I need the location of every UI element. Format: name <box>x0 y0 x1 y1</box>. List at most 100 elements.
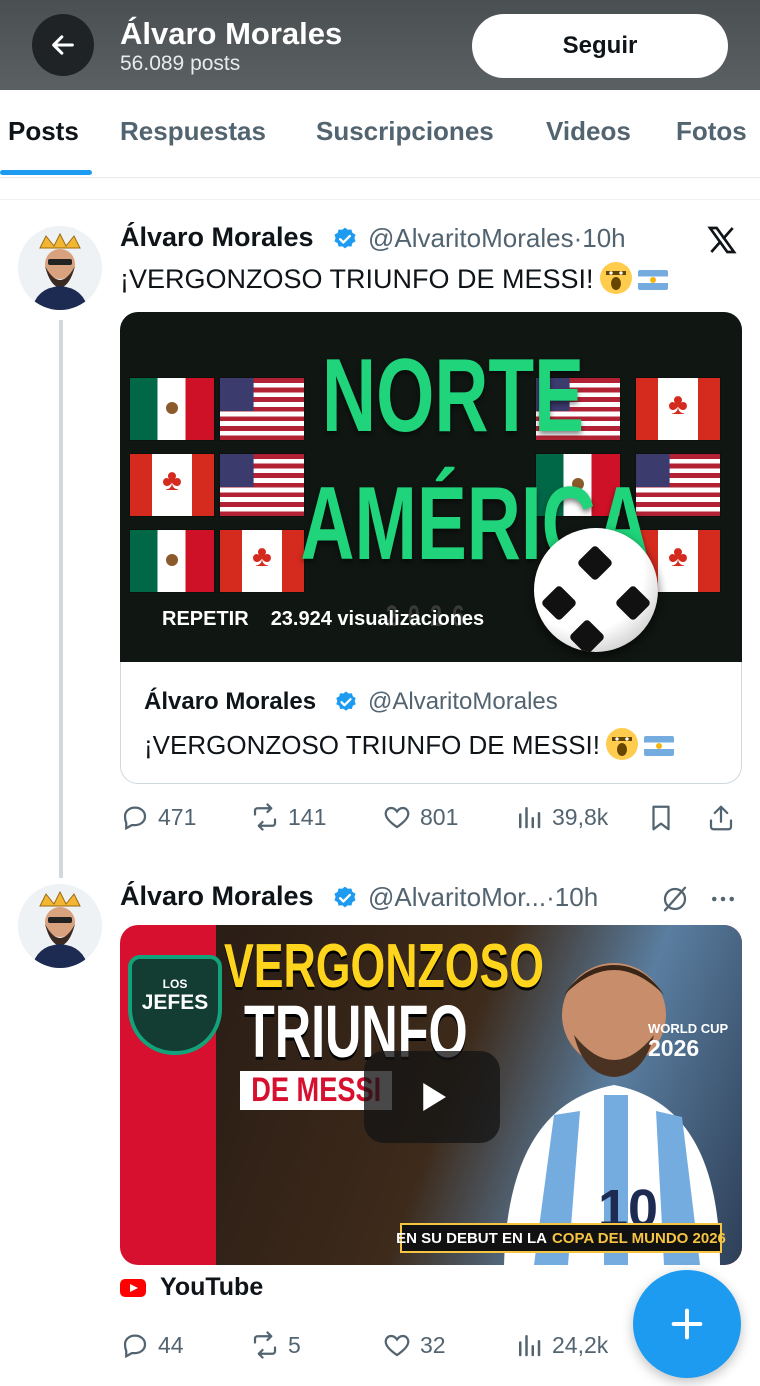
play-button[interactable] <box>364 1051 500 1143</box>
profile-header: Álvaro Morales 56.089 posts Seguir <box>0 0 760 90</box>
views-count: 39,8k <box>552 803 609 830</box>
thread-line <box>59 320 63 878</box>
debut-highlight: COPA DEL MUNDO 2026 <box>551 1229 726 1247</box>
separator: · <box>546 882 555 912</box>
back-button[interactable] <box>32 14 94 76</box>
post-text-content: ¡VERGONZOSO TRIUNFO DE MESSI! <box>120 264 594 294</box>
profile-name: Álvaro Morales <box>120 16 343 51</box>
usa-flag-icon <box>220 378 304 440</box>
reply-icon <box>123 1334 147 1359</box>
quoted-text-content: ¡VERGONZOSO TRIUNFO DE MESSI! <box>144 730 601 760</box>
tab-fotos[interactable]: Fotos <box>676 116 747 147</box>
media-title-line1: NORTE <box>322 338 585 454</box>
post-author[interactable]: Álvaro Morales <box>120 222 314 253</box>
avatar[interactable] <box>18 884 102 968</box>
canada-flag-icon <box>220 530 304 592</box>
tab-suscripciones[interactable]: Suscripciones <box>316 116 494 147</box>
plus-icon <box>671 1308 703 1340</box>
post-handle[interactable]: @AlvaritoMorales <box>368 223 574 253</box>
post-handle-time: @AlvaritoMor...·10h <box>368 882 598 913</box>
avatar[interactable] <box>18 226 102 310</box>
verified-badge-icon <box>336 691 356 711</box>
grok-icon[interactable] <box>660 884 690 914</box>
reply-button[interactable]: 471 <box>120 802 196 832</box>
youtube-icon <box>120 1278 146 1297</box>
views-chart-icon <box>519 1335 541 1357</box>
reply-count: 44 <box>158 1331 184 1358</box>
canada-flag-icon <box>636 378 720 440</box>
more-options-icon[interactable] <box>708 884 738 914</box>
debut-text: EN SU DEBUT EN LA <box>396 1229 547 1247</box>
like-button[interactable]: 801 <box>382 802 458 832</box>
views-chart-icon <box>519 807 541 829</box>
verified-badge-icon <box>334 886 356 908</box>
badge-main-text: JEFES <box>141 991 209 1014</box>
debut-banner: EN SU DEBUT EN LA COPA DEL MUNDO 2026 <box>396 1223 726 1253</box>
bookmark-icon[interactable] <box>646 803 676 833</box>
link-source[interactable]: YouTube <box>120 1273 263 1302</box>
follow-button[interactable]: Seguir <box>472 14 728 78</box>
post-count: 56.089 posts <box>120 52 241 75</box>
play-icon <box>423 1083 446 1111</box>
repost-button[interactable]: 141 <box>250 802 326 832</box>
repost-button[interactable]: 5 <box>250 1330 301 1360</box>
player-photo: 10 <box>504 963 720 1265</box>
quoted-text: ¡VERGONZOSO TRIUNFO DE MESSI! <box>144 728 675 761</box>
tab-respuestas[interactable]: Respuestas <box>120 116 266 147</box>
like-count: 32 <box>420 1331 446 1358</box>
repost-count: 5 <box>288 1331 301 1358</box>
world-cup-label: WORLD CUP <box>648 1021 729 1036</box>
video-media[interactable]: NORTE AMÉRICA 2026 REPETIR23.924 visuali… <box>120 312 742 662</box>
active-tab-indicator <box>0 170 92 175</box>
mexico-flag-icon <box>130 530 214 592</box>
argentina-flag-icon <box>637 270 668 290</box>
source-label: YouTube <box>160 1273 264 1301</box>
youtube-thumbnail[interactable]: LOS JEFES VERGONZOSO TRIUNFO DE MESSI 10… <box>120 925 742 1265</box>
heart-icon <box>384 1334 410 1357</box>
media-title-line2: AMÉRICA <box>300 466 650 582</box>
separator: · <box>573 223 583 253</box>
divider <box>0 178 760 200</box>
compose-button[interactable] <box>633 1270 741 1378</box>
argentina-flag-icon <box>644 736 675 756</box>
heart-icon <box>384 806 410 829</box>
reply-button[interactable]: 44 <box>120 1330 184 1360</box>
mexico-flag-icon <box>130 378 214 440</box>
post-handle-time: @AlvaritoMorales·10h <box>368 223 626 254</box>
los-jefes-badge: LOS JEFES <box>128 955 222 1055</box>
quoted-handle: @AlvaritoMorales <box>368 688 558 715</box>
post-author[interactable]: Álvaro Morales <box>120 881 314 912</box>
arrow-left-icon <box>52 35 74 55</box>
tab-videos[interactable]: Videos <box>546 116 631 147</box>
share-icon[interactable] <box>706 803 736 833</box>
post-handle[interactable]: @AlvaritoMor... <box>368 882 546 912</box>
screaming-face-icon <box>606 728 639 760</box>
views-button[interactable]: 24,2k <box>514 1330 608 1360</box>
post-text: ¡VERGONZOSO TRIUNFO DE MESSI! <box>120 262 668 295</box>
view-count: 23.924 visualizaciones <box>270 608 485 630</box>
profile-tabs: Posts Respuestas Suscripciones Videos Fo… <box>0 90 760 178</box>
world-cup-year: 2026 <box>648 1035 700 1061</box>
x-logo-icon <box>707 226 737 254</box>
video-overlay: REPETIR 23.924 visualizaciones <box>162 608 484 631</box>
tab-posts[interactable]: Posts <box>8 116 79 147</box>
like-button[interactable]: 32 <box>382 1330 446 1360</box>
post-time[interactable]: 10h <box>555 882 598 912</box>
quoted-author: Álvaro Morales <box>144 688 317 715</box>
screaming-face-icon <box>599 262 632 294</box>
like-count: 801 <box>420 803 459 830</box>
avatar-illustration <box>18 884 102 968</box>
views-count: 24,2k <box>552 1331 609 1358</box>
views-button[interactable]: 39,8k <box>514 802 608 832</box>
canada-flag-icon <box>130 454 214 516</box>
repost-count: 141 <box>288 803 327 830</box>
post-time[interactable]: 10h <box>582 223 625 253</box>
avatar-illustration <box>18 226 102 310</box>
soccer-ball-icon <box>534 528 658 652</box>
usa-flag-icon <box>220 454 304 516</box>
repost-icon <box>253 803 277 831</box>
replay-button[interactable]: REPETIR <box>162 608 249 630</box>
reply-icon <box>123 806 147 831</box>
verified-badge-icon <box>334 227 356 249</box>
repost-icon <box>253 1331 277 1359</box>
